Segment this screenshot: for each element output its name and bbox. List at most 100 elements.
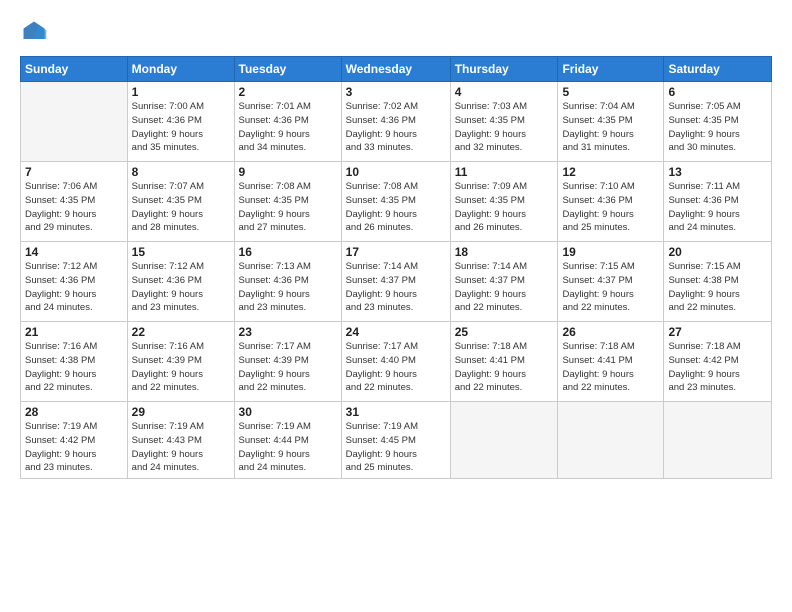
- day-info: Sunrise: 7:00 AM Sunset: 4:36 PM Dayligh…: [132, 100, 230, 155]
- day-number: 13: [668, 165, 767, 179]
- calendar-cell: 31Sunrise: 7:19 AM Sunset: 4:45 PM Dayli…: [341, 402, 450, 479]
- calendar-cell: 14Sunrise: 7:12 AM Sunset: 4:36 PM Dayli…: [21, 242, 128, 322]
- day-info: Sunrise: 7:17 AM Sunset: 4:39 PM Dayligh…: [239, 340, 337, 395]
- day-number: 26: [562, 325, 659, 339]
- day-info: Sunrise: 7:16 AM Sunset: 4:38 PM Dayligh…: [25, 340, 123, 395]
- day-number: 10: [346, 165, 446, 179]
- calendar-cell: 15Sunrise: 7:12 AM Sunset: 4:36 PM Dayli…: [127, 242, 234, 322]
- day-number: 9: [239, 165, 337, 179]
- day-number: 3: [346, 85, 446, 99]
- calendar-cell: 28Sunrise: 7:19 AM Sunset: 4:42 PM Dayli…: [21, 402, 128, 479]
- day-number: 28: [25, 405, 123, 419]
- calendar-week-row: 21Sunrise: 7:16 AM Sunset: 4:38 PM Dayli…: [21, 322, 772, 402]
- logo-icon: [20, 18, 48, 46]
- calendar-cell: 3Sunrise: 7:02 AM Sunset: 4:36 PM Daylig…: [341, 82, 450, 162]
- day-number: 1: [132, 85, 230, 99]
- day-number: 31: [346, 405, 446, 419]
- day-info: Sunrise: 7:10 AM Sunset: 4:36 PM Dayligh…: [562, 180, 659, 235]
- calendar-cell: 1Sunrise: 7:00 AM Sunset: 4:36 PM Daylig…: [127, 82, 234, 162]
- calendar-cell: [450, 402, 558, 479]
- day-number: 18: [455, 245, 554, 259]
- calendar-cell: 10Sunrise: 7:08 AM Sunset: 4:35 PM Dayli…: [341, 162, 450, 242]
- calendar-cell: 11Sunrise: 7:09 AM Sunset: 4:35 PM Dayli…: [450, 162, 558, 242]
- day-number: 8: [132, 165, 230, 179]
- day-info: Sunrise: 7:08 AM Sunset: 4:35 PM Dayligh…: [346, 180, 446, 235]
- calendar-cell: [664, 402, 772, 479]
- calendar-week-row: 14Sunrise: 7:12 AM Sunset: 4:36 PM Dayli…: [21, 242, 772, 322]
- day-number: 15: [132, 245, 230, 259]
- calendar-cell: 18Sunrise: 7:14 AM Sunset: 4:37 PM Dayli…: [450, 242, 558, 322]
- calendar-cell: 24Sunrise: 7:17 AM Sunset: 4:40 PM Dayli…: [341, 322, 450, 402]
- calendar-cell: 22Sunrise: 7:16 AM Sunset: 4:39 PM Dayli…: [127, 322, 234, 402]
- col-header-thursday: Thursday: [450, 57, 558, 82]
- day-info: Sunrise: 7:18 AM Sunset: 4:42 PM Dayligh…: [668, 340, 767, 395]
- day-number: 29: [132, 405, 230, 419]
- day-info: Sunrise: 7:06 AM Sunset: 4:35 PM Dayligh…: [25, 180, 123, 235]
- day-info: Sunrise: 7:14 AM Sunset: 4:37 PM Dayligh…: [346, 260, 446, 315]
- day-info: Sunrise: 7:12 AM Sunset: 4:36 PM Dayligh…: [25, 260, 123, 315]
- day-info: Sunrise: 7:18 AM Sunset: 4:41 PM Dayligh…: [455, 340, 554, 395]
- day-number: 7: [25, 165, 123, 179]
- col-header-monday: Monday: [127, 57, 234, 82]
- calendar-week-row: 1Sunrise: 7:00 AM Sunset: 4:36 PM Daylig…: [21, 82, 772, 162]
- calendar-cell: 8Sunrise: 7:07 AM Sunset: 4:35 PM Daylig…: [127, 162, 234, 242]
- day-info: Sunrise: 7:11 AM Sunset: 4:36 PM Dayligh…: [668, 180, 767, 235]
- day-number: 20: [668, 245, 767, 259]
- calendar-cell: 21Sunrise: 7:16 AM Sunset: 4:38 PM Dayli…: [21, 322, 128, 402]
- day-info: Sunrise: 7:12 AM Sunset: 4:36 PM Dayligh…: [132, 260, 230, 315]
- calendar-cell: 9Sunrise: 7:08 AM Sunset: 4:35 PM Daylig…: [234, 162, 341, 242]
- day-number: 25: [455, 325, 554, 339]
- day-info: Sunrise: 7:08 AM Sunset: 4:35 PM Dayligh…: [239, 180, 337, 235]
- page-header: [20, 18, 772, 46]
- calendar-cell: 6Sunrise: 7:05 AM Sunset: 4:35 PM Daylig…: [664, 82, 772, 162]
- col-header-saturday: Saturday: [664, 57, 772, 82]
- calendar-cell: [558, 402, 664, 479]
- calendar-week-row: 28Sunrise: 7:19 AM Sunset: 4:42 PM Dayli…: [21, 402, 772, 479]
- calendar-cell: 2Sunrise: 7:01 AM Sunset: 4:36 PM Daylig…: [234, 82, 341, 162]
- calendar-cell: 13Sunrise: 7:11 AM Sunset: 4:36 PM Dayli…: [664, 162, 772, 242]
- col-header-friday: Friday: [558, 57, 664, 82]
- calendar-table: SundayMondayTuesdayWednesdayThursdayFrid…: [20, 56, 772, 479]
- day-number: 12: [562, 165, 659, 179]
- day-number: 17: [346, 245, 446, 259]
- day-info: Sunrise: 7:19 AM Sunset: 4:45 PM Dayligh…: [346, 420, 446, 475]
- calendar-cell: 16Sunrise: 7:13 AM Sunset: 4:36 PM Dayli…: [234, 242, 341, 322]
- day-number: 19: [562, 245, 659, 259]
- day-number: 23: [239, 325, 337, 339]
- day-number: 24: [346, 325, 446, 339]
- day-info: Sunrise: 7:13 AM Sunset: 4:36 PM Dayligh…: [239, 260, 337, 315]
- day-number: 2: [239, 85, 337, 99]
- day-number: 16: [239, 245, 337, 259]
- calendar-cell: 29Sunrise: 7:19 AM Sunset: 4:43 PM Dayli…: [127, 402, 234, 479]
- col-header-sunday: Sunday: [21, 57, 128, 82]
- day-number: 4: [455, 85, 554, 99]
- day-info: Sunrise: 7:05 AM Sunset: 4:35 PM Dayligh…: [668, 100, 767, 155]
- day-number: 11: [455, 165, 554, 179]
- calendar-header-row: SundayMondayTuesdayWednesdayThursdayFrid…: [21, 57, 772, 82]
- day-info: Sunrise: 7:15 AM Sunset: 4:37 PM Dayligh…: [562, 260, 659, 315]
- day-info: Sunrise: 7:01 AM Sunset: 4:36 PM Dayligh…: [239, 100, 337, 155]
- day-info: Sunrise: 7:15 AM Sunset: 4:38 PM Dayligh…: [668, 260, 767, 315]
- col-header-tuesday: Tuesday: [234, 57, 341, 82]
- day-number: 30: [239, 405, 337, 419]
- calendar-cell: 5Sunrise: 7:04 AM Sunset: 4:35 PM Daylig…: [558, 82, 664, 162]
- day-info: Sunrise: 7:02 AM Sunset: 4:36 PM Dayligh…: [346, 100, 446, 155]
- day-info: Sunrise: 7:16 AM Sunset: 4:39 PM Dayligh…: [132, 340, 230, 395]
- day-info: Sunrise: 7:18 AM Sunset: 4:41 PM Dayligh…: [562, 340, 659, 395]
- calendar-cell: 7Sunrise: 7:06 AM Sunset: 4:35 PM Daylig…: [21, 162, 128, 242]
- calendar-cell: 30Sunrise: 7:19 AM Sunset: 4:44 PM Dayli…: [234, 402, 341, 479]
- day-info: Sunrise: 7:19 AM Sunset: 4:43 PM Dayligh…: [132, 420, 230, 475]
- calendar-cell: 4Sunrise: 7:03 AM Sunset: 4:35 PM Daylig…: [450, 82, 558, 162]
- calendar-cell: 23Sunrise: 7:17 AM Sunset: 4:39 PM Dayli…: [234, 322, 341, 402]
- col-header-wednesday: Wednesday: [341, 57, 450, 82]
- calendar-cell: 20Sunrise: 7:15 AM Sunset: 4:38 PM Dayli…: [664, 242, 772, 322]
- day-number: 5: [562, 85, 659, 99]
- day-info: Sunrise: 7:04 AM Sunset: 4:35 PM Dayligh…: [562, 100, 659, 155]
- day-info: Sunrise: 7:07 AM Sunset: 4:35 PM Dayligh…: [132, 180, 230, 235]
- calendar-cell: 26Sunrise: 7:18 AM Sunset: 4:41 PM Dayli…: [558, 322, 664, 402]
- day-number: 27: [668, 325, 767, 339]
- day-info: Sunrise: 7:19 AM Sunset: 4:44 PM Dayligh…: [239, 420, 337, 475]
- calendar-cell: 19Sunrise: 7:15 AM Sunset: 4:37 PM Dayli…: [558, 242, 664, 322]
- day-info: Sunrise: 7:19 AM Sunset: 4:42 PM Dayligh…: [25, 420, 123, 475]
- calendar-cell: 17Sunrise: 7:14 AM Sunset: 4:37 PM Dayli…: [341, 242, 450, 322]
